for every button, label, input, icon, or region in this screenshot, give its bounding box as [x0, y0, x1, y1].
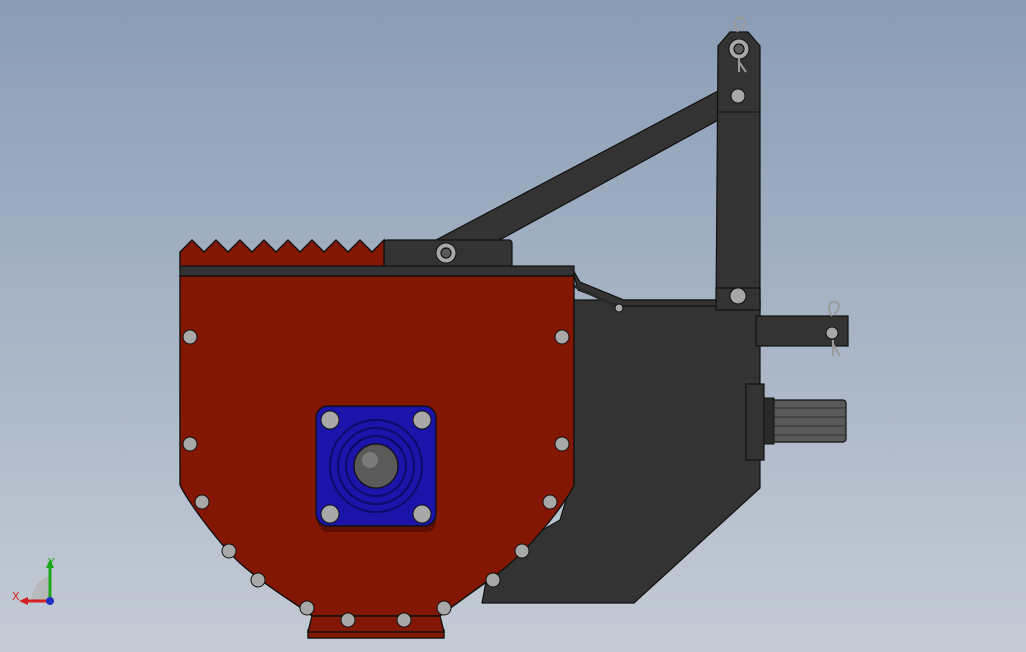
top-link-pivot-core — [440, 247, 452, 259]
cad-model-scene: Y X — [12, 16, 849, 639]
triad-shade — [31, 576, 50, 601]
top-cover-plate — [179, 265, 575, 277]
perimeter-bolt[interactable] — [250, 572, 266, 588]
flange-bolt[interactable] — [320, 410, 340, 430]
triad-x-label: X — [12, 590, 20, 603]
output-shaft-highlight — [362, 452, 378, 468]
perimeter-bolt[interactable] — [514, 543, 530, 559]
hitch-mast[interactable] — [715, 31, 761, 313]
output-shaft[interactable] — [353, 443, 399, 489]
perimeter-bolt[interactable] — [554, 329, 570, 345]
triad-y-label: Y — [47, 556, 55, 569]
perimeter-bolt[interactable] — [396, 612, 412, 628]
perimeter-bolt[interactable] — [182, 436, 198, 452]
cad-viewport[interactable]: Y X — [0, 0, 1026, 652]
pto-housing — [745, 383, 765, 461]
mast-base-bolt[interactable] — [729, 287, 747, 305]
triad-z-axis — [46, 597, 54, 605]
perimeter-bolt[interactable] — [340, 612, 356, 628]
perimeter-bolt[interactable] — [299, 600, 315, 616]
mast-bolt-upper[interactable] — [730, 88, 746, 104]
perimeter-bolt[interactable] — [542, 494, 558, 510]
brace-rod-pin — [614, 303, 624, 313]
bearing-flange-assembly[interactable] — [315, 405, 437, 532]
base-skid-support — [307, 615, 445, 633]
perimeter-bolt[interactable] — [221, 543, 237, 559]
triad-x-arrowhead — [19, 597, 28, 605]
flange-bolt[interactable] — [412, 504, 432, 524]
perimeter-bolt[interactable] — [436, 600, 452, 616]
perimeter-bolt[interactable] — [554, 436, 570, 452]
perimeter-bolt[interactable] — [194, 494, 210, 510]
pto-collar — [763, 397, 775, 445]
flange-bolt[interactable] — [412, 410, 432, 430]
pto-splined-shaft[interactable] — [763, 399, 847, 443]
coordinate-triad: Y X — [12, 556, 55, 605]
perimeter-bolt[interactable] — [485, 572, 501, 588]
mast-top-pin-core — [733, 43, 745, 55]
perimeter-bolt[interactable] — [182, 329, 198, 345]
lower-hitch-pin[interactable] — [825, 326, 839, 340]
flange-bolt[interactable] — [320, 504, 340, 524]
